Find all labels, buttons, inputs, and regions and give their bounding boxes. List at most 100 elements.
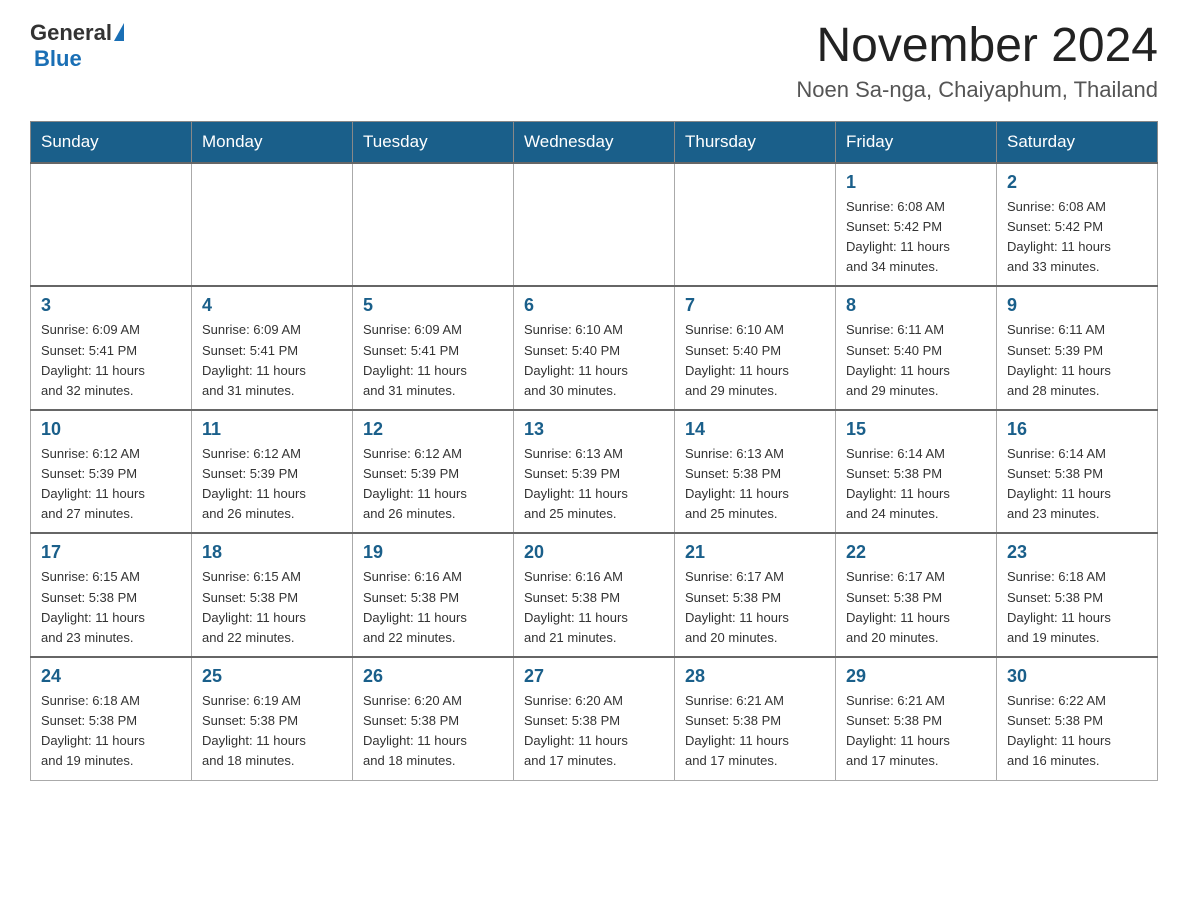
weekday-header-row: SundayMondayTuesdayWednesdayThursdayFrid… xyxy=(31,121,1158,163)
day-info: Sunrise: 6:09 AMSunset: 5:41 PMDaylight:… xyxy=(41,320,181,401)
calendar-cell: 3 Sunrise: 6:09 AMSunset: 5:41 PMDaylight… xyxy=(31,286,192,410)
day-number: 9 xyxy=(1007,295,1147,316)
day-number: 18 xyxy=(202,542,342,563)
calendar-cell: 15Sunrise: 6:14 AMSunset: 5:38 PMDayligh… xyxy=(836,410,997,534)
day-number: 10 xyxy=(41,419,181,440)
calendar-cell xyxy=(514,163,675,287)
day-number: 30 xyxy=(1007,666,1147,687)
weekday-header-thursday: Thursday xyxy=(675,121,836,163)
day-info: Sunrise: 6:10 AMSunset: 5:40 PMDaylight:… xyxy=(524,320,664,401)
day-number: 20 xyxy=(524,542,664,563)
calendar-cell: 13Sunrise: 6:13 AMSunset: 5:39 PMDayligh… xyxy=(514,410,675,534)
day-info: Sunrise: 6:16 AMSunset: 5:38 PMDaylight:… xyxy=(524,567,664,648)
day-number: 17 xyxy=(41,542,181,563)
calendar-cell: 21Sunrise: 6:17 AMSunset: 5:38 PMDayligh… xyxy=(675,533,836,657)
day-info: Sunrise: 6:18 AMSunset: 5:38 PMDaylight:… xyxy=(1007,567,1147,648)
day-info: Sunrise: 6:11 AMSunset: 5:40 PMDaylight:… xyxy=(846,320,986,401)
day-number: 27 xyxy=(524,666,664,687)
day-number: 11 xyxy=(202,419,342,440)
day-info: Sunrise: 6:13 AMSunset: 5:38 PMDaylight:… xyxy=(685,444,825,525)
day-info: Sunrise: 6:15 AMSunset: 5:38 PMDaylight:… xyxy=(41,567,181,648)
logo-general-text: General xyxy=(30,20,112,46)
logo-triangle-icon xyxy=(114,23,124,41)
day-info: Sunrise: 6:11 AMSunset: 5:39 PMDaylight:… xyxy=(1007,320,1147,401)
day-info: Sunrise: 6:15 AMSunset: 5:38 PMDaylight:… xyxy=(202,567,342,648)
day-number: 3 xyxy=(41,295,181,316)
day-number: 4 xyxy=(202,295,342,316)
day-number: 24 xyxy=(41,666,181,687)
day-number: 5 xyxy=(363,295,503,316)
calendar-cell: 6 Sunrise: 6:10 AMSunset: 5:40 PMDaylight… xyxy=(514,286,675,410)
day-info: Sunrise: 6:21 AMSunset: 5:38 PMDaylight:… xyxy=(846,691,986,772)
day-number: 25 xyxy=(202,666,342,687)
calendar-cell: 5 Sunrise: 6:09 AMSunset: 5:41 PMDaylight… xyxy=(353,286,514,410)
day-number: 6 xyxy=(524,295,664,316)
day-number: 16 xyxy=(1007,419,1147,440)
calendar-cell: 9 Sunrise: 6:11 AMSunset: 5:39 PMDaylight… xyxy=(997,286,1158,410)
logo: General Blue xyxy=(30,20,124,72)
week-row-5: 24Sunrise: 6:18 AMSunset: 5:38 PMDayligh… xyxy=(31,657,1158,780)
calendar-cell: 18 Sunrise: 6:15 AMSunset: 5:38 PMDayligh… xyxy=(192,533,353,657)
day-number: 1 xyxy=(846,172,986,193)
day-info: Sunrise: 6:20 AMSunset: 5:38 PMDaylight:… xyxy=(524,691,664,772)
calendar-cell xyxy=(192,163,353,287)
day-info: Sunrise: 6:16 AMSunset: 5:38 PMDaylight:… xyxy=(363,567,503,648)
calendar-cell: 2 Sunrise: 6:08 AMSunset: 5:42 PMDaylight… xyxy=(997,163,1158,287)
day-number: 23 xyxy=(1007,542,1147,563)
day-info: Sunrise: 6:10 AMSunset: 5:40 PMDaylight:… xyxy=(685,320,825,401)
calendar-cell: 23 Sunrise: 6:18 AMSunset: 5:38 PMDayligh… xyxy=(997,533,1158,657)
calendar-cell: 10 Sunrise: 6:12 AMSunset: 5:39 PMDayligh… xyxy=(31,410,192,534)
weekday-header-tuesday: Tuesday xyxy=(353,121,514,163)
week-row-3: 10 Sunrise: 6:12 AMSunset: 5:39 PMDayligh… xyxy=(31,410,1158,534)
day-info: Sunrise: 6:17 AMSunset: 5:38 PMDaylight:… xyxy=(685,567,825,648)
calendar-cell xyxy=(353,163,514,287)
calendar-table: SundayMondayTuesdayWednesdayThursdayFrid… xyxy=(30,121,1158,781)
day-info: Sunrise: 6:08 AMSunset: 5:42 PMDaylight:… xyxy=(846,197,986,278)
day-info: Sunrise: 6:22 AMSunset: 5:38 PMDaylight:… xyxy=(1007,691,1147,772)
calendar-cell: 28 Sunrise: 6:21 AMSunset: 5:38 PMDayligh… xyxy=(675,657,836,780)
weekday-header-saturday: Saturday xyxy=(997,121,1158,163)
day-number: 7 xyxy=(685,295,825,316)
day-number: 8 xyxy=(846,295,986,316)
calendar-cell: 11Sunrise: 6:12 AMSunset: 5:39 PMDayligh… xyxy=(192,410,353,534)
calendar-cell: 22Sunrise: 6:17 AMSunset: 5:38 PMDayligh… xyxy=(836,533,997,657)
day-info: Sunrise: 6:17 AMSunset: 5:38 PMDaylight:… xyxy=(846,567,986,648)
calendar-cell: 4Sunrise: 6:09 AMSunset: 5:41 PMDaylight… xyxy=(192,286,353,410)
calendar-cell: 12Sunrise: 6:12 AMSunset: 5:39 PMDayligh… xyxy=(353,410,514,534)
calendar-cell: 25 Sunrise: 6:19 AMSunset: 5:38 PMDayligh… xyxy=(192,657,353,780)
weekday-header-friday: Friday xyxy=(836,121,997,163)
day-number: 19 xyxy=(363,542,503,563)
week-row-4: 17 Sunrise: 6:15 AMSunset: 5:38 PMDayligh… xyxy=(31,533,1158,657)
title-area: November 2024 Noen Sa-nga, Chaiyaphum, T… xyxy=(796,20,1158,103)
day-number: 26 xyxy=(363,666,503,687)
calendar-cell: 20 Sunrise: 6:16 AMSunset: 5:38 PMDayligh… xyxy=(514,533,675,657)
day-info: Sunrise: 6:12 AMSunset: 5:39 PMDaylight:… xyxy=(41,444,181,525)
day-number: 12 xyxy=(363,419,503,440)
weekday-header-monday: Monday xyxy=(192,121,353,163)
week-row-2: 3 Sunrise: 6:09 AMSunset: 5:41 PMDaylight… xyxy=(31,286,1158,410)
weekday-header-sunday: Sunday xyxy=(31,121,192,163)
day-number: 15 xyxy=(846,419,986,440)
month-title: November 2024 xyxy=(796,20,1158,73)
calendar-cell xyxy=(675,163,836,287)
calendar-cell: 26Sunrise: 6:20 AMSunset: 5:38 PMDayligh… xyxy=(353,657,514,780)
calendar-cell: 17 Sunrise: 6:15 AMSunset: 5:38 PMDayligh… xyxy=(31,533,192,657)
calendar-cell: 24Sunrise: 6:18 AMSunset: 5:38 PMDayligh… xyxy=(31,657,192,780)
calendar-cell: 14Sunrise: 6:13 AMSunset: 5:38 PMDayligh… xyxy=(675,410,836,534)
page-header: General Blue November 2024 Noen Sa-nga, … xyxy=(30,20,1158,103)
week-row-1: 1 Sunrise: 6:08 AMSunset: 5:42 PMDaylight… xyxy=(31,163,1158,287)
day-info: Sunrise: 6:08 AMSunset: 5:42 PMDaylight:… xyxy=(1007,197,1147,278)
day-info: Sunrise: 6:19 AMSunset: 5:38 PMDaylight:… xyxy=(202,691,342,772)
calendar-cell: 30 Sunrise: 6:22 AMSunset: 5:38 PMDayligh… xyxy=(997,657,1158,780)
location-subtitle: Noen Sa-nga, Chaiyaphum, Thailand xyxy=(796,77,1158,103)
logo-blue-text: Blue xyxy=(34,46,82,72)
calendar-cell: 29Sunrise: 6:21 AMSunset: 5:38 PMDayligh… xyxy=(836,657,997,780)
day-info: Sunrise: 6:21 AMSunset: 5:38 PMDaylight:… xyxy=(685,691,825,772)
day-number: 28 xyxy=(685,666,825,687)
weekday-header-wednesday: Wednesday xyxy=(514,121,675,163)
calendar-cell xyxy=(31,163,192,287)
day-number: 13 xyxy=(524,419,664,440)
day-number: 2 xyxy=(1007,172,1147,193)
calendar-cell: 19 Sunrise: 6:16 AMSunset: 5:38 PMDayligh… xyxy=(353,533,514,657)
day-info: Sunrise: 6:09 AMSunset: 5:41 PMDaylight:… xyxy=(363,320,503,401)
